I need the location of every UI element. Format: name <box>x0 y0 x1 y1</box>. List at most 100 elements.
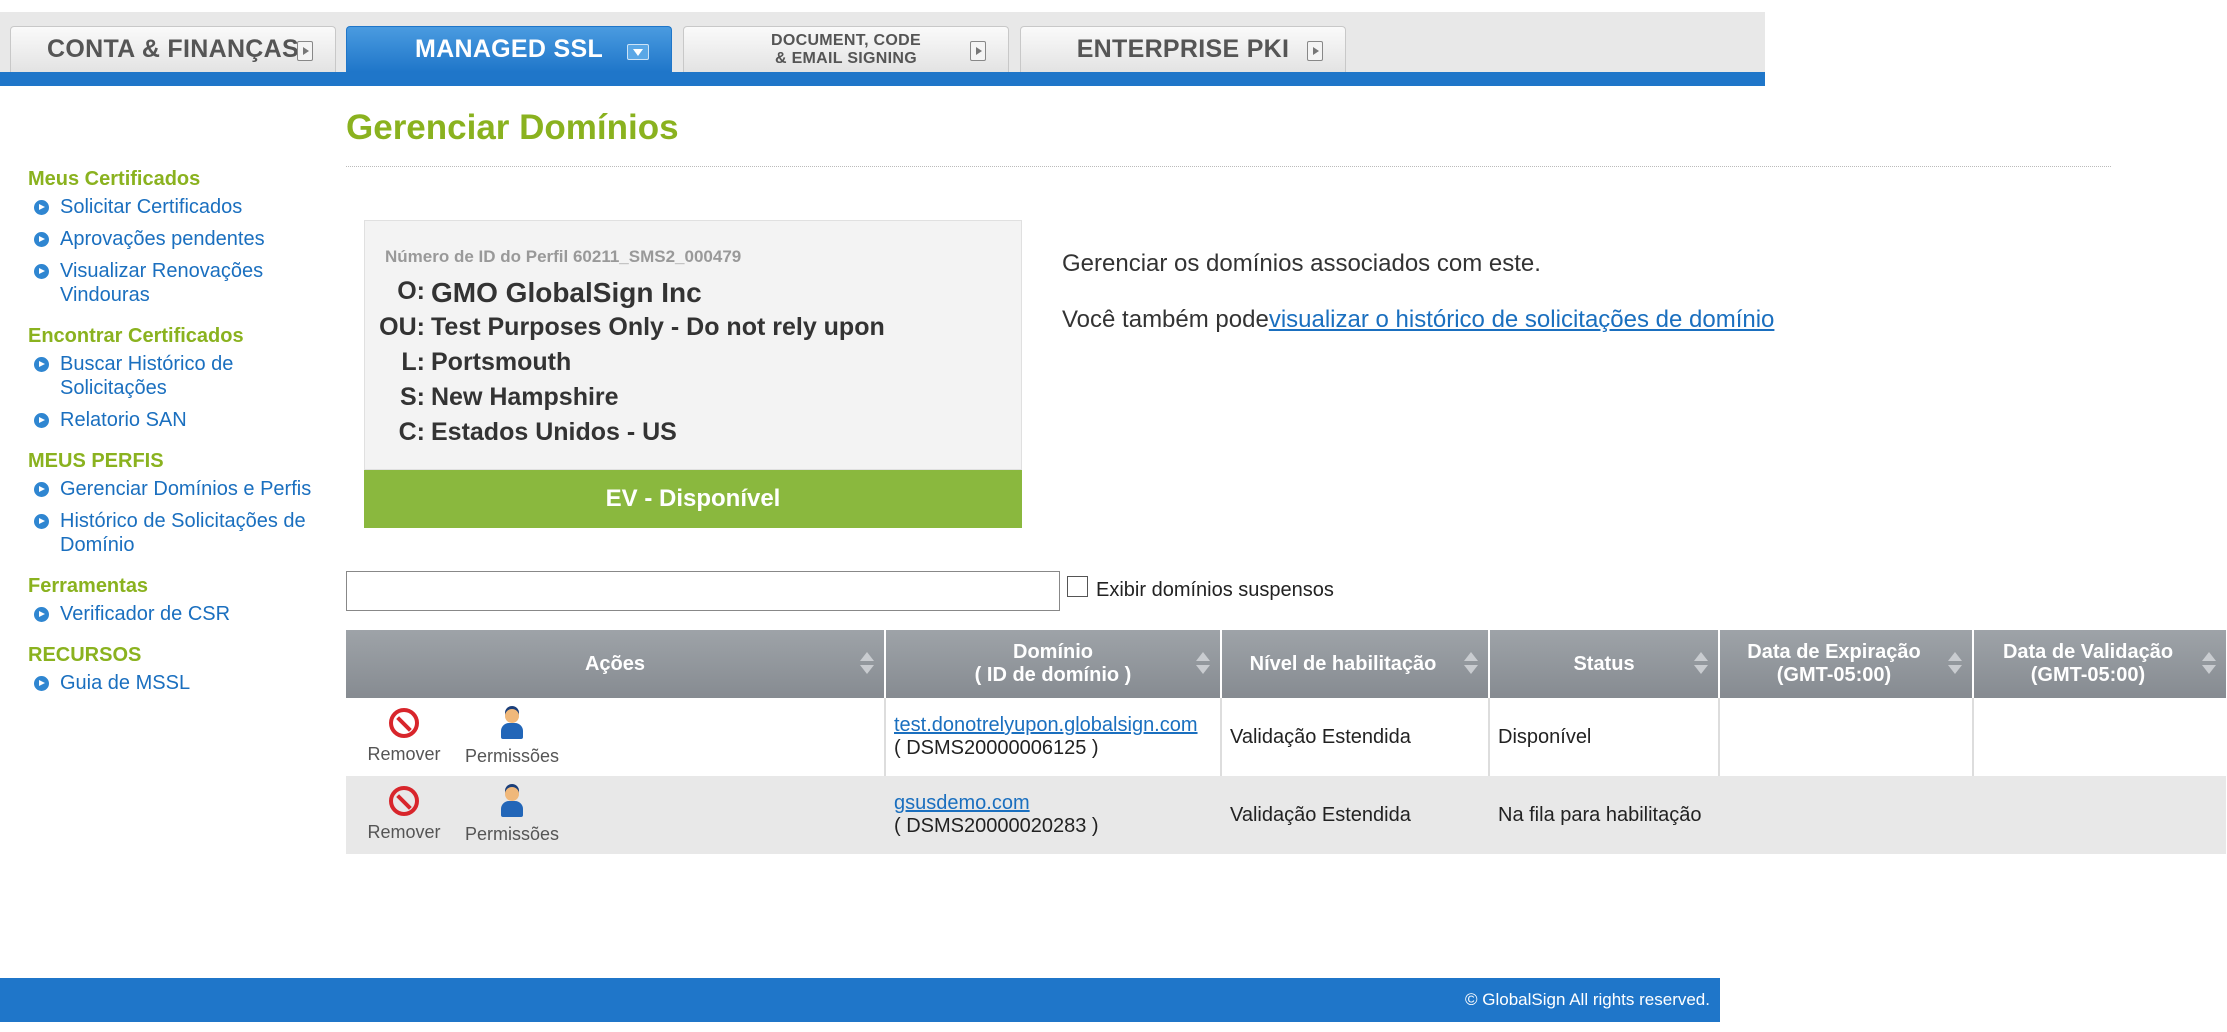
sort-icon <box>2202 652 2216 676</box>
sidebar-item-label: Aprovações pendentes <box>60 228 265 250</box>
domain-cell: gsusdemo.com( DSMS20000020283 ) <box>886 776 1222 854</box>
header-label: Domínio( ID de domínio ) <box>975 641 1132 687</box>
remove-button[interactable]: Remover <box>354 708 454 765</box>
header-label: Data de Expiração (GMT-05:00) <box>1747 641 1944 687</box>
column-header-nivel[interactable]: Nível de habilitação <box>1222 630 1490 698</box>
profile-row-c: C: Estados Unidos - US <box>365 418 677 447</box>
validacao-cell <box>1974 698 2226 776</box>
sidebar-item[interactable]: Aprovações pendentes <box>28 227 318 251</box>
sidebar-item-label: Verificador de CSR <box>60 603 231 625</box>
sort-icon <box>1464 652 1478 676</box>
profile-key: L: <box>401 348 425 376</box>
header-line2: (GMT-05:00) <box>2030 664 2146 686</box>
arrow-circle-icon <box>34 413 49 428</box>
arrow-circle-icon <box>34 514 49 529</box>
sidebar-item[interactable]: Guia de MSSL <box>28 671 318 695</box>
sidebar-section-title: RECURSOS <box>28 644 142 666</box>
remove-label: Remover <box>367 744 441 764</box>
remove-label: Remover <box>367 822 441 842</box>
profile-value: Portsmouth <box>431 348 572 376</box>
table-row: Remover Permissões gsusdemo.com( DSMS200… <box>346 776 2226 854</box>
user-permissions-icon <box>496 708 528 740</box>
sort-icon <box>1694 652 1708 676</box>
remove-icon <box>389 786 419 816</box>
profile-key: O: <box>397 277 425 305</box>
column-header-acoes[interactable]: Ações <box>346 630 886 698</box>
sidebar-item[interactable]: Visualizar Renovações Vindouras <box>28 259 318 307</box>
sidebar-item[interactable]: Solicitar Certificados <box>28 195 318 219</box>
domain-id: ( DSMS20000006125 ) <box>894 737 1099 759</box>
arrow-circle-icon <box>34 232 49 247</box>
profile-row-ou: OU: Test Purposes Only - Do not rely upon <box>365 313 885 342</box>
arrow-right-icon <box>297 41 313 61</box>
arrow-circle-icon <box>34 676 49 691</box>
history-text: Você também podevisualizar o histórico d… <box>1062 306 1774 334</box>
expiracao-cell <box>1720 776 1974 854</box>
header-line1: Data de Expiração <box>1747 641 1921 663</box>
description-text: Gerenciar os domínios associados com est… <box>1062 250 1541 277</box>
sidebar-item-label: Buscar Histórico de Solicitações <box>60 353 234 399</box>
sort-icon <box>1948 652 1962 676</box>
sidebar-item[interactable]: Relatorio SAN <box>28 408 318 432</box>
copyright-text: © GlobalSign All rights reserved. <box>1465 990 1710 1009</box>
show-suspended-checkbox[interactable] <box>1067 576 1088 597</box>
tab-label: CONTA & FINANÇAS <box>46 35 299 63</box>
actions-cell: Remover Permissões <box>346 698 886 776</box>
domain-link[interactable]: gsusdemo.com <box>894 792 1099 815</box>
nivel-cell: Validação Estendida <box>1222 698 1490 776</box>
column-header-expiracao[interactable]: Data de Expiração (GMT-05:00) <box>1720 630 1974 698</box>
header-label: Status <box>1573 652 1635 675</box>
tab-label: ENTERPRISE PKI <box>1076 35 1290 63</box>
arrow-circle-icon <box>34 607 49 622</box>
profile-key: C: <box>398 418 425 446</box>
column-header-dominio[interactable]: Domínio( ID de domínio ) <box>886 630 1222 698</box>
sidebar-item[interactable]: Gerenciar Domínios e Perfis <box>28 477 318 501</box>
actions-cell: Remover Permissões <box>346 776 886 854</box>
title-divider <box>346 166 2111 167</box>
user-permissions-icon <box>496 786 528 818</box>
arrow-circle-icon <box>34 482 49 497</box>
sidebar-section-title: Meus Certificados <box>28 168 201 190</box>
profile-key: S: <box>400 383 425 411</box>
sidebar-item-label: Relatorio SAN <box>60 409 187 431</box>
tab-enterprise-pki[interactable]: ENTERPRISE PKI <box>1020 26 1346 72</box>
domain-link[interactable]: test.donotrelyupon.globalsign.com <box>894 714 1198 737</box>
column-header-status[interactable]: Status <box>1490 630 1720 698</box>
header-label: Ações <box>584 652 646 675</box>
tab-document-signing[interactable]: DOCUMENT, CODE & EMAIL SIGNING <box>683 26 1009 72</box>
tab-label: MANAGED SSL <box>414 35 604 63</box>
tab-conta-financas[interactable]: CONTA & FINANÇAS <box>10 26 336 72</box>
arrow-circle-icon <box>34 357 49 372</box>
permissions-button[interactable]: Permissões <box>462 786 562 845</box>
tab-label: DOCUMENT, CODE & EMAIL SIGNING <box>771 32 921 68</box>
ev-status-bar: EV - Disponível <box>364 470 1022 528</box>
history-prefix: Você também pode <box>1062 306 1269 333</box>
sidebar-item[interactable]: Histórico de Solicitações de Domínio <box>28 509 318 557</box>
sidebar-item-label: Gerenciar Domínios e Perfis <box>60 478 312 500</box>
column-header-validacao[interactable]: Data de Validação (GMT-05:00) <box>1974 630 2226 698</box>
header-line1: Data de Validação <box>2002 641 2174 663</box>
sidebar-item[interactable]: Buscar Histórico de Solicitações <box>28 352 318 400</box>
domain-history-link[interactable]: visualizar o histórico de solicitações d… <box>1269 306 1775 333</box>
nivel-cell: Validação Estendida <box>1222 776 1490 854</box>
sidebar-item[interactable]: Verificador de CSR <box>28 602 318 626</box>
domain-filter-input[interactable] <box>346 571 1060 611</box>
header-line2: (GMT-05:00) <box>1776 664 1892 686</box>
arrow-circle-icon <box>34 200 49 215</box>
domain-id: ( DSMS20000020283 ) <box>894 815 1099 837</box>
tab-label-line1: DOCUMENT, CODE <box>771 31 921 49</box>
profile-id: Número de ID do Perfil 60211_SMS2_000479 <box>385 247 742 266</box>
status-cell: Disponível <box>1490 698 1720 776</box>
permissions-button[interactable]: Permissões <box>462 708 562 767</box>
remove-button[interactable]: Remover <box>354 786 454 843</box>
profile-value: New Hampshire <box>431 383 619 411</box>
tab-managed-ssl[interactable]: MANAGED SSL <box>346 26 672 72</box>
arrow-circle-icon <box>34 264 49 279</box>
domain-cell: test.donotrelyupon.globalsign.com( DSMS2… <box>886 698 1222 776</box>
header-line1: Domínio <box>1013 641 1093 663</box>
show-suspended-label: Exibir domínios suspensos <box>1096 579 1334 601</box>
permissions-label: Permissões <box>464 824 560 844</box>
chevron-down-icon <box>627 44 649 60</box>
sidebar-item-label: Visualizar Renovações Vindouras <box>60 260 264 306</box>
arrow-right-icon <box>970 41 986 61</box>
